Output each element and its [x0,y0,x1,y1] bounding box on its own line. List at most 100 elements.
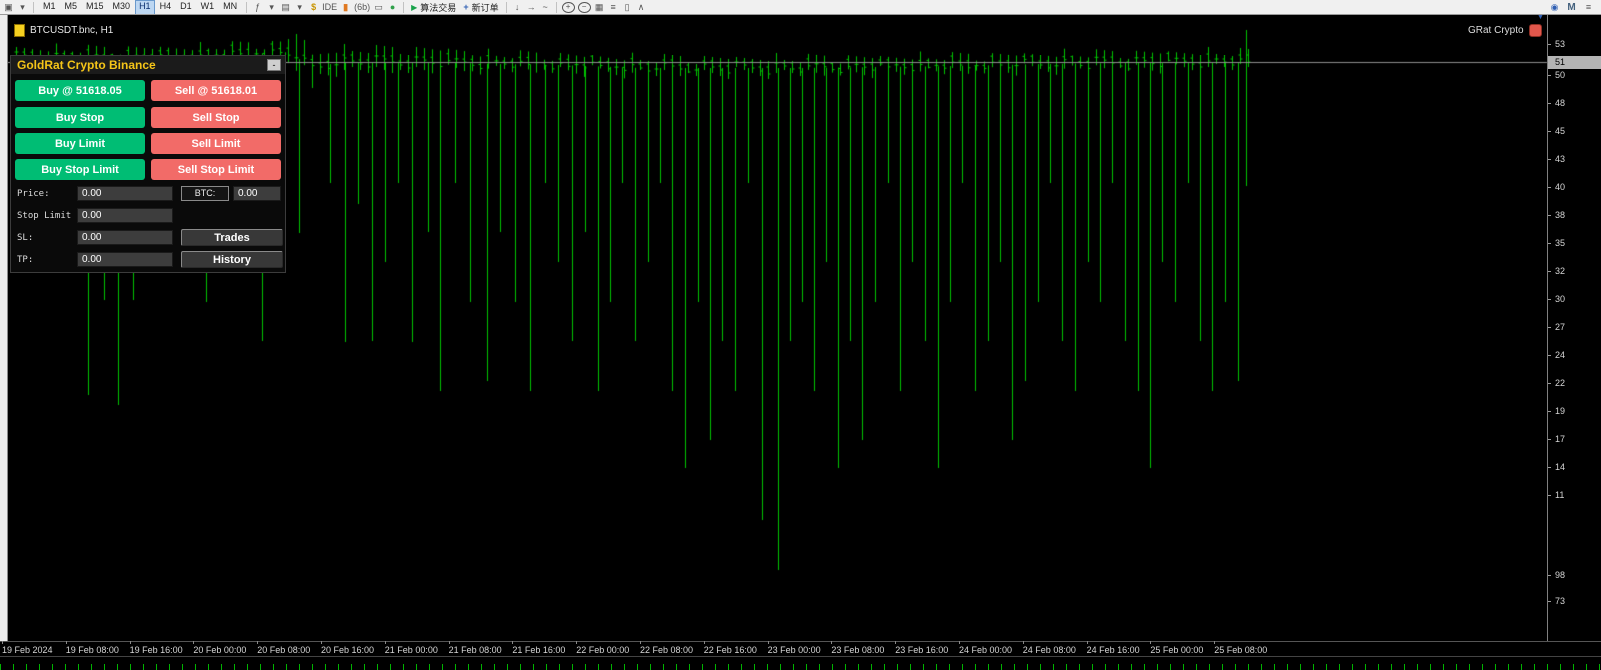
chart-dropdown-icon[interactable]: ▾ [17,1,28,14]
time-axis-label: 21 Feb 16:00 [512,641,566,655]
indicators-dropdown-icon[interactable]: ▾ [266,1,277,14]
tick-chart-icon[interactable]: ~ [540,1,551,14]
price-axis-label: 11 [1548,490,1564,501]
price-axis-label: 98 [1548,570,1565,581]
autoscroll-icon[interactable]: ↓ [512,1,523,14]
stop-limit-button-row: Buy Stop Limit Sell Stop Limit [15,159,281,180]
timeframe-m15[interactable]: M15 [82,0,108,13]
price-axis-label: 73 [1548,596,1565,607]
current-price-label: 51 [1548,56,1601,69]
zoom-in-icon[interactable]: + [561,1,575,13]
metaeditor-icon[interactable]: ▮ [340,1,351,14]
sell-stop-limit-button[interactable]: Sell Stop Limit [151,159,281,180]
ide-button[interactable]: IDE [322,1,337,14]
toolbar-separator [505,1,507,13]
toolbar-separator [403,1,405,13]
charts-icon[interactable]: ▣ [3,1,14,14]
price-axis-label: 43 [1548,154,1565,165]
time-axis-label: 23 Feb 16:00 [895,641,949,655]
time-axis-label: 23 Feb 08:00 [831,641,885,655]
buy-limit-button[interactable]: Buy Limit [15,133,145,154]
price-axis-label: 19 [1548,406,1565,417]
time-axis-label: 20 Feb 00:00 [193,641,247,655]
objects-icon[interactable]: ▤ [280,1,291,14]
time-axis-label: 19 Feb 2024 [2,641,53,655]
user-icon[interactable]: ◉ [1549,1,1560,14]
new-order-label: 新订单 [471,2,499,13]
sell-market-button[interactable]: Sell @ 51618.01 [151,80,281,101]
sell-stop-button[interactable]: Sell Stop [151,107,281,128]
btc-amount-input[interactable] [233,186,281,201]
time-axis-label: 22 Feb 08:00 [640,641,694,655]
price-axis-label: 53 [1548,39,1565,50]
sl-input[interactable] [77,230,173,245]
time-axis-label: 21 Feb 00:00 [384,641,438,655]
timeframe-m5[interactable]: M5 [61,0,82,13]
price-axis-label: 48 [1548,98,1565,109]
price-axis-label: 14 [1548,462,1565,473]
bottom-tick-strip [0,656,1601,670]
stop-limit-input[interactable] [77,208,173,223]
buy-market-button[interactable]: Buy @ 51618.05 [15,80,145,101]
community-icon[interactable]: ● [387,1,398,14]
grat-logo-icon [1528,24,1542,37]
vps-icon[interactable]: ▭ [373,1,384,14]
price-input[interactable] [77,186,173,201]
menu-icon[interactable]: ≡ [1583,1,1594,14]
line-chart-type-icon[interactable]: ∧ [636,1,647,14]
timeframe-h4[interactable]: H4 [156,0,176,13]
objects-count-label: (6b) [354,2,371,12]
trades-button[interactable]: Trades [181,229,283,246]
time-axis-label: 22 Feb 16:00 [703,641,757,655]
sell-limit-button[interactable]: Sell Limit [151,133,281,154]
price-field-row: Price: BTC: [15,186,281,202]
algo-trading-label: 算法交易 [420,2,457,13]
symbol-icon [14,24,25,37]
price-axis-label: 27 [1548,322,1565,333]
price-axis-label: 17 [1548,434,1565,445]
quotes-icon[interactable]: $ [308,1,319,14]
timeframe-h1[interactable]: H1 [135,0,155,14]
metaquotes-logo-icon: M [1567,1,1576,13]
price-axis[interactable]: 53 50 48 45 43 40 38 35 32 30 27 24 22 19 17 14 11 98 73 51 [1547,15,1601,641]
chart-shift-icon[interactable]: → [526,1,537,14]
panel-title: GoldRat Crypto Binance [17,58,156,72]
window-border-left [0,15,8,641]
buy-stop-button[interactable]: Buy Stop [15,107,145,128]
buy-stop-limit-button[interactable]: Buy Stop Limit [15,159,145,180]
tp-input[interactable] [77,252,173,267]
price-axis-label: 38 [1548,210,1565,221]
bar-chart-type-icon[interactable]: ≡ [608,1,619,14]
stop-limit-field-row: Stop Limit [15,208,281,224]
time-axis[interactable]: 19 Feb 2024 19 Feb 08:00 19 Feb 16:00 20 Fe… [0,641,1601,656]
time-axis-label: 21 Feb 08:00 [448,641,502,655]
panel-minimize-button[interactable]: - [267,59,281,71]
top-toolbar: ▣ ▾ M1 M5 M15 M30 H1 H4 D1 W1 MN ƒ ▾ ▤ ▾ $ IDE ▮… [0,0,1601,15]
timeframe-m30[interactable]: M30 [109,0,135,13]
timeframe-mn[interactable]: MN [219,0,241,13]
algo-trading-button[interactable]: ▶ 算法交易 [409,1,458,14]
stop-button-row: Buy Stop Sell Stop [15,107,281,128]
depth-of-market-icon[interactable]: ▦ [594,1,605,14]
sl-label: SL: [17,233,34,243]
history-button[interactable]: History [181,251,283,268]
objects-dropdown-icon[interactable]: ▾ [294,1,305,14]
time-axis-label: 24 Feb 00:00 [959,641,1013,655]
time-axis-label: 25 Feb 08:00 [1214,641,1268,655]
new-order-button[interactable]: + 新订单 [461,1,500,14]
timeframe-m1[interactable]: M1 [39,0,60,13]
time-axis-label: 23 Feb 00:00 [767,641,821,655]
candle-chart-type-icon[interactable]: ▯ [622,1,633,14]
btc-unit-button[interactable]: BTC: [181,186,229,201]
price-axis-label: 22 [1548,378,1565,389]
time-axis-label: 22 Feb 00:00 [576,641,630,655]
price-axis-label: 50 [1548,70,1565,81]
timeframe-d1[interactable]: D1 [176,0,196,13]
zoom-out-icon[interactable]: − [577,1,591,13]
time-axis-label: 20 Feb 16:00 [321,641,375,655]
price-axis-label: 45 [1548,126,1565,137]
price-axis-label: 35 [1548,238,1565,249]
panel-title-bar[interactable]: GoldRat Crypto Binance - [11,56,285,74]
indicators-icon[interactable]: ƒ [252,1,263,14]
timeframe-w1[interactable]: W1 [197,0,219,13]
